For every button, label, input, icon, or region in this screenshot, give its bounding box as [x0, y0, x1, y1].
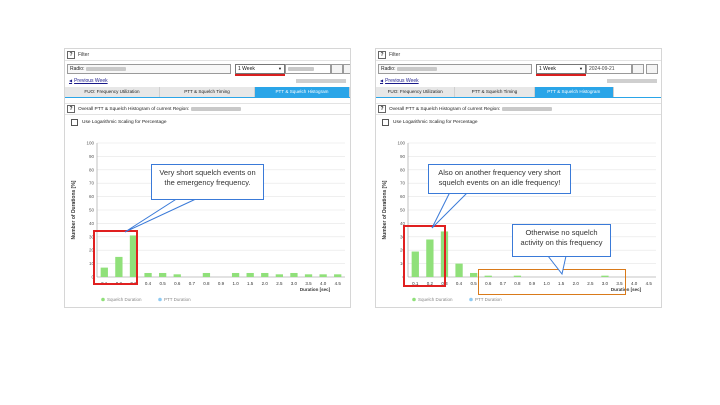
callout-emergency-frequency: Very short squelch events on the emergen… [151, 164, 264, 200]
callout-pointer [124, 197, 199, 233]
callout-no-activity: Otherwise no squelch activity on this fr… [512, 224, 611, 257]
callout-pointers [124, 191, 567, 276]
callout-pointer [546, 255, 567, 276]
callout-pointer [431, 191, 470, 229]
callout-idle-frequency: Also on another frequency very short squ… [428, 164, 571, 194]
